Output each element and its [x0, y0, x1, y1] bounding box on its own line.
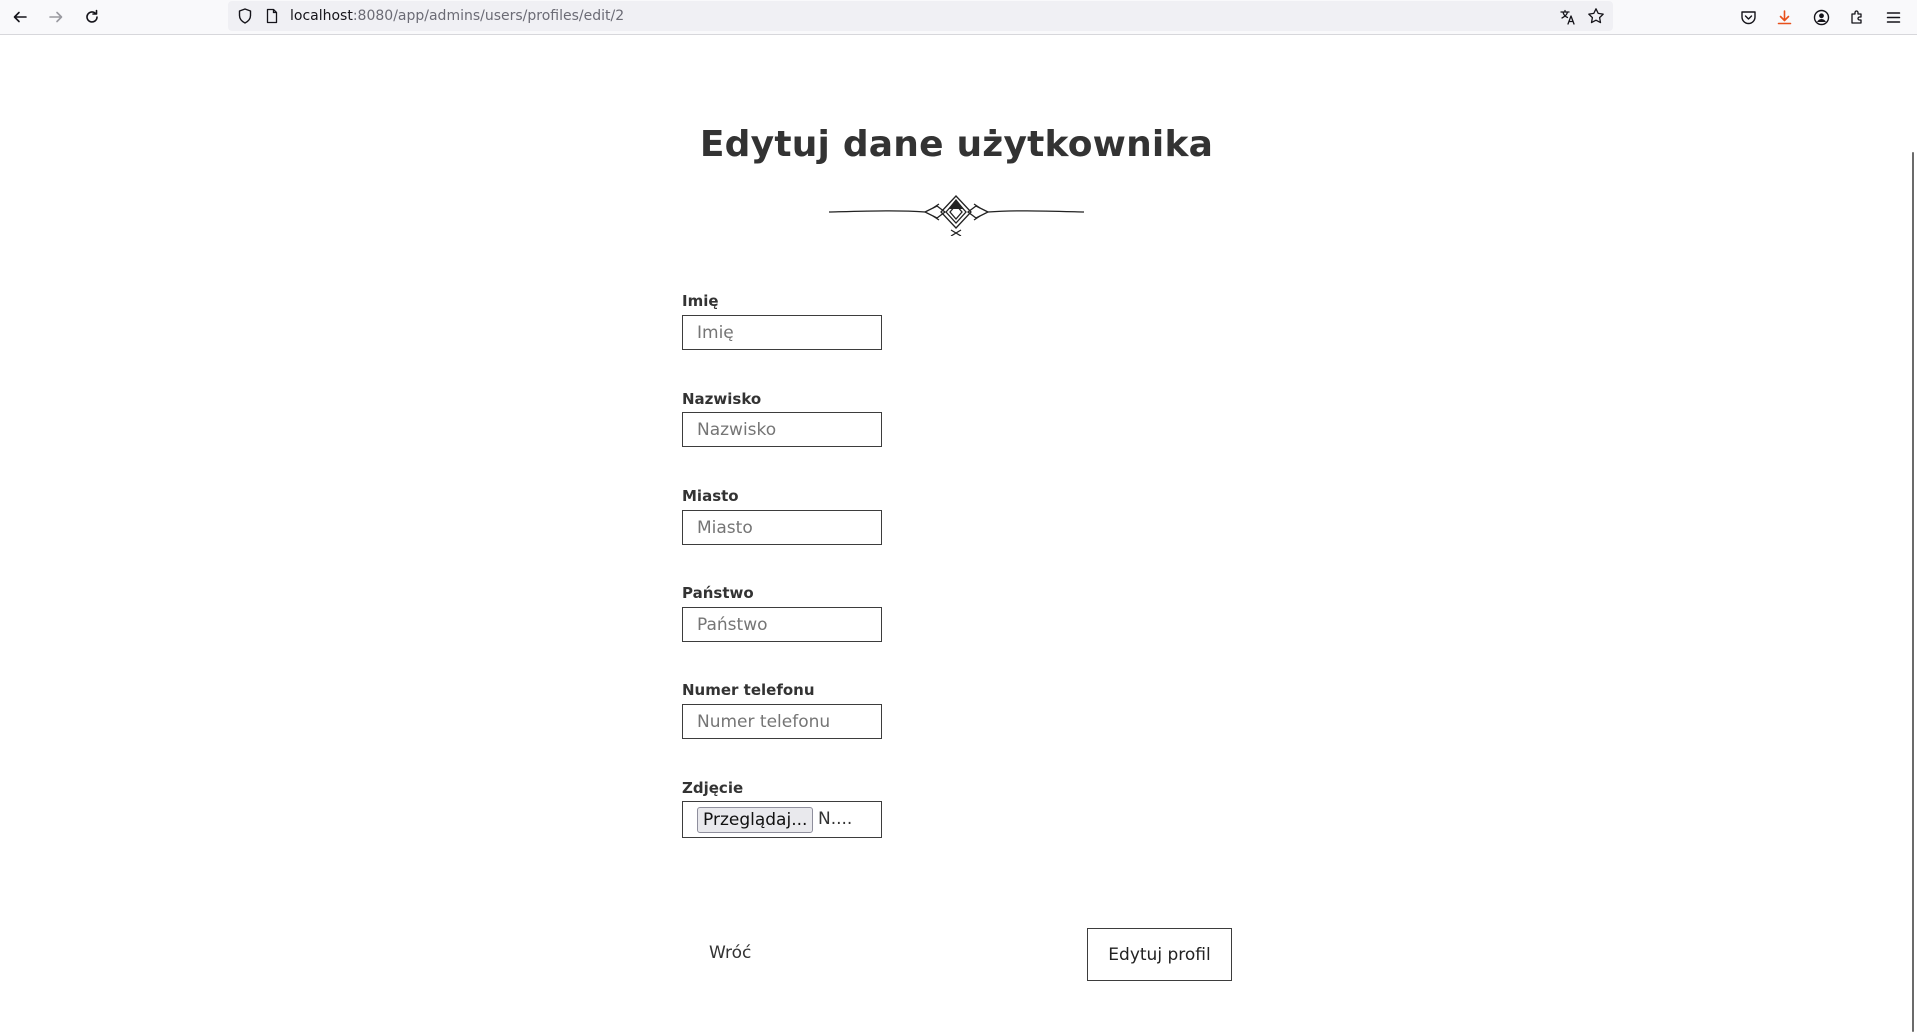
city-input[interactable] — [682, 510, 882, 545]
photo-label: Zdjęcie — [682, 779, 744, 797]
account-icon — [1813, 9, 1829, 25]
browser-toolbar: localhost:8080/app/admins/users/profiles… — [0, 0, 1917, 35]
back-button[interactable] — [6, 4, 34, 30]
reload-icon — [86, 9, 98, 23]
forward-button[interactable] — [42, 4, 70, 30]
photo-file-input[interactable]: Przeglądaj... N.... — [682, 801, 882, 838]
shield-icon[interactable] — [236, 7, 254, 25]
extensions-icon — [1850, 9, 1862, 24]
back-link[interactable]: Wróć — [709, 943, 751, 963]
first-name-label: Imię — [682, 292, 719, 310]
scrollbar[interactable] — [1905, 36, 1917, 1030]
account-button[interactable] — [1810, 6, 1832, 28]
pocket-icon — [1740, 10, 1756, 24]
url-path: :8080/app/admins/users/profiles/edit/2 — [352, 8, 625, 24]
browse-button[interactable]: Przeglądaj... — [697, 807, 814, 833]
phone-label: Numer telefonu — [682, 681, 815, 699]
translate-icon[interactable] — [1559, 8, 1577, 26]
menu-icon — [1886, 11, 1900, 23]
downloads-button[interactable] — [1773, 6, 1795, 28]
page-icon[interactable] — [264, 8, 280, 24]
bookmark-star-icon[interactable] — [1587, 7, 1605, 25]
ornamental-divider — [829, 195, 1084, 236]
forward-arrow-icon — [49, 11, 63, 23]
url-bar[interactable]: localhost:8080/app/admins/users/profiles… — [228, 1, 1613, 31]
back-arrow-icon — [13, 11, 27, 23]
reload-button[interactable] — [78, 4, 106, 30]
page-title: Edytuj dane użytkownika — [699, 124, 1214, 165]
first-name-input[interactable] — [682, 315, 882, 350]
last-name-input[interactable] — [682, 412, 882, 447]
country-label: Państwo — [682, 584, 754, 602]
edit-profile-button[interactable]: Edytuj profil — [1087, 928, 1232, 981]
city-label: Miasto — [682, 487, 739, 505]
extensions-button[interactable] — [1846, 6, 1868, 28]
country-input[interactable] — [682, 607, 882, 642]
file-status-text: N.... — [818, 809, 853, 829]
url-host: localhost — [290, 8, 353, 24]
download-icon — [1777, 9, 1791, 24]
menu-button[interactable] — [1882, 6, 1904, 28]
phone-input[interactable] — [682, 704, 882, 739]
pocket-button[interactable] — [1737, 6, 1759, 28]
url-text[interactable]: localhost:8080/app/admins/users/profiles… — [290, 8, 624, 24]
last-name-label: Nazwisko — [682, 390, 762, 408]
scrollbar-thumb[interactable] — [1912, 152, 1914, 1032]
